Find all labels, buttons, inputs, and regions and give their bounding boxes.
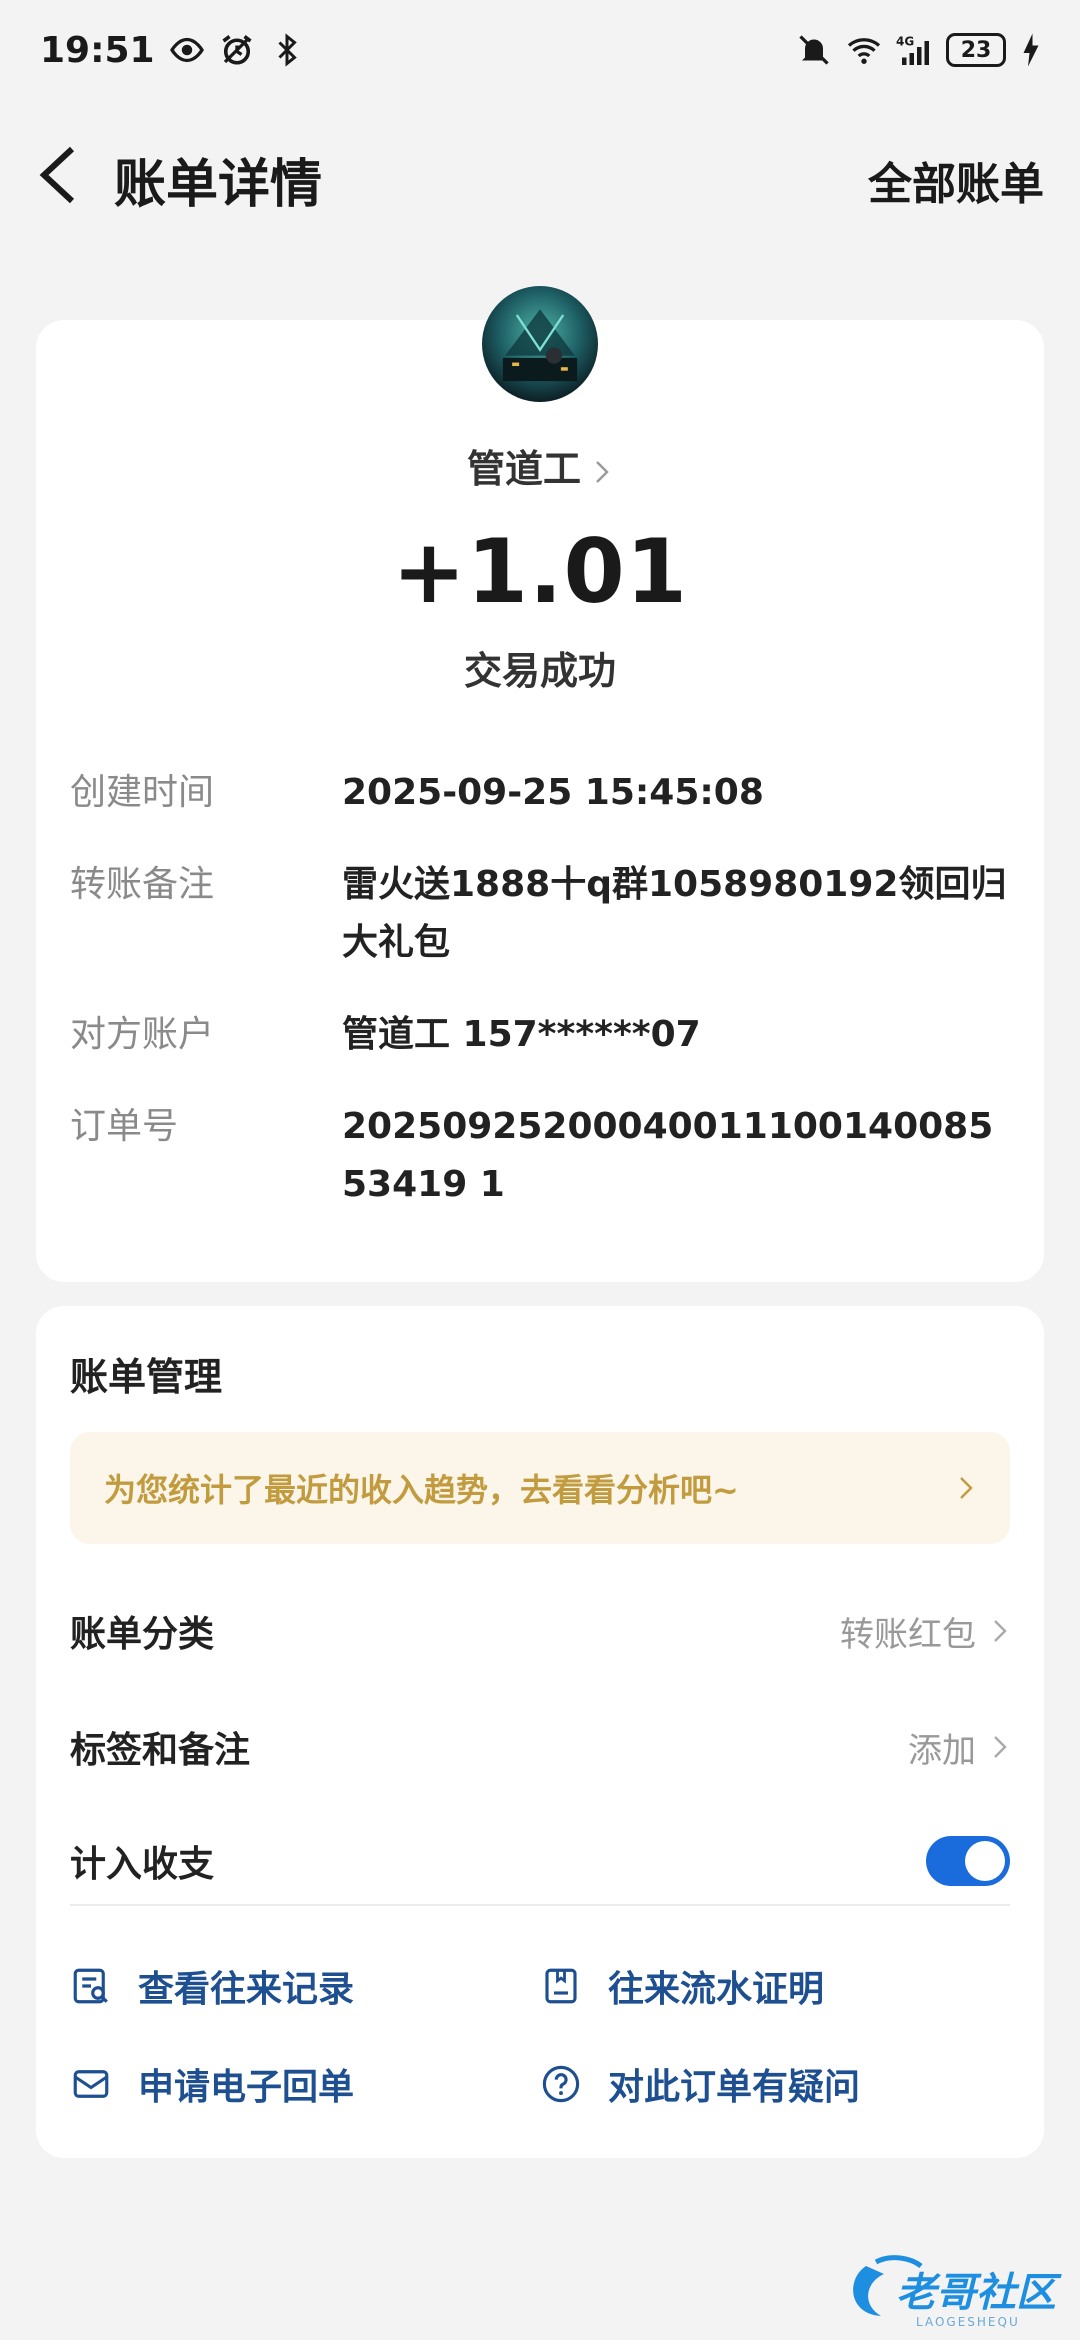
detail-label: 订单号 bbox=[70, 1106, 179, 1147]
record-search-icon bbox=[70, 1965, 112, 2007]
svg-text:4G: 4G bbox=[896, 35, 914, 49]
row-label: 标签和备注 bbox=[70, 1730, 251, 1771]
e-receipt-link[interactable]: 申请电子回单 bbox=[70, 2058, 354, 2110]
link-label: 申请电子回单 bbox=[138, 2067, 355, 2108]
divider bbox=[70, 1904, 1010, 1906]
detail-value: 2025092520004001110014008553419 1 bbox=[342, 1106, 994, 1205]
watermark-logo: 老哥社区 LAOGESHEQU bbox=[836, 2244, 1066, 2334]
question-icon bbox=[540, 2063, 582, 2105]
detail-value: 雷火送1888十q群1058980192领回归大礼包 bbox=[342, 864, 1007, 963]
page-title: 账单详情 bbox=[114, 155, 323, 215]
chevron-left-icon bbox=[39, 146, 75, 204]
amount: +1.01 bbox=[392, 520, 688, 623]
row-label: 账单分类 bbox=[70, 1614, 215, 1655]
count-in-balance-row: 计入收支 bbox=[70, 1826, 1010, 1896]
income-trend-banner[interactable]: 为您统计了最近的收入趋势，去看看分析吧~ bbox=[70, 1432, 1010, 1544]
view-history-link[interactable]: 查看往来记录 bbox=[70, 1960, 354, 2012]
transaction-proof-link[interactable]: 往来流水证明 bbox=[540, 1960, 824, 2012]
section-title: 账单管理 bbox=[70, 1355, 223, 1399]
add-tag-value: 添加 bbox=[908, 1730, 976, 1771]
bill-category-row[interactable]: 账单分类 转账红包 bbox=[70, 1596, 1010, 1666]
link-label: 查看往来记录 bbox=[138, 1969, 355, 2010]
transaction-status: 交易成功 bbox=[463, 649, 616, 693]
row-label: 计入收支 bbox=[70, 1844, 215, 1885]
order-question-link[interactable]: 对此订单有疑问 bbox=[540, 2058, 860, 2110]
header: 账单详情 全部账单 bbox=[0, 120, 1080, 230]
link-label: 往来流水证明 bbox=[608, 1969, 825, 2010]
detail-label: 对方账户 bbox=[70, 1014, 215, 1055]
svg-text:老哥社区: 老哥社区 bbox=[896, 2270, 1062, 2316]
detail-value: 管道工 157******07 bbox=[342, 1014, 701, 1055]
detail-value: 2025-09-25 15:45:08 bbox=[342, 772, 764, 813]
eye-icon bbox=[169, 32, 205, 68]
mute-icon bbox=[796, 32, 832, 68]
signal-4g-icon: 4G bbox=[896, 32, 932, 68]
detail-row-account: 对方账户 管道工 157******07 bbox=[70, 1006, 1010, 1064]
charging-icon bbox=[1020, 32, 1042, 68]
chevron-right-icon bbox=[596, 460, 609, 483]
tags-notes-row[interactable]: 标签和备注 添加 bbox=[70, 1712, 1010, 1782]
insight-text: 为您统计了最近的收入趋势，去看看分析吧~ bbox=[104, 1471, 739, 1509]
all-bills-link[interactable]: 全部账单 bbox=[868, 148, 1044, 212]
payee-name[interactable]: 管道工 bbox=[36, 438, 1044, 493]
transaction-card: 管道工 +1.01 交易成功 创建时间 2025-09-25 15:45:08 … bbox=[36, 286, 1044, 1282]
detail-row-order: 订单号 2025092520004001110014008553419 1 bbox=[70, 1098, 1010, 1214]
count-in-balance-toggle[interactable] bbox=[926, 1836, 1010, 1886]
bluetooth-icon bbox=[269, 32, 305, 68]
status-bar: 19:51 4G 23 bbox=[0, 0, 1080, 100]
chevron-right-icon bbox=[994, 1736, 1007, 1758]
chevron-right-icon bbox=[960, 1477, 973, 1499]
battery-indicator: 23 bbox=[946, 33, 1006, 67]
detail-row-created: 创建时间 2025-09-25 15:45:08 bbox=[70, 764, 1010, 822]
alarm-icon bbox=[219, 32, 255, 68]
back-button[interactable] bbox=[36, 145, 80, 205]
status-time: 19:51 bbox=[40, 29, 155, 71]
document-icon bbox=[540, 1965, 582, 2007]
bill-management-card: 账单管理 为您统计了最近的收入趋势，去看看分析吧~ 账单分类 转账红包 标签和备… bbox=[36, 1306, 1044, 2158]
category-value: 转账红包 bbox=[840, 1614, 976, 1655]
svg-text:LAOGESHEQU: LAOGESHEQU bbox=[916, 2315, 1020, 2329]
detail-label: 创建时间 bbox=[70, 772, 215, 813]
detail-label: 转账备注 bbox=[70, 864, 215, 905]
chevron-right-icon bbox=[994, 1620, 1007, 1642]
payee-label: 管道工 bbox=[466, 447, 581, 491]
detail-row-note: 转账备注 雷火送1888十q群1058980192领回归大礼包 bbox=[70, 856, 1010, 972]
wifi-icon bbox=[846, 32, 882, 68]
envelope-icon bbox=[70, 2063, 112, 2105]
link-label: 对此订单有疑问 bbox=[608, 2067, 861, 2108]
avatar[interactable] bbox=[482, 286, 598, 402]
